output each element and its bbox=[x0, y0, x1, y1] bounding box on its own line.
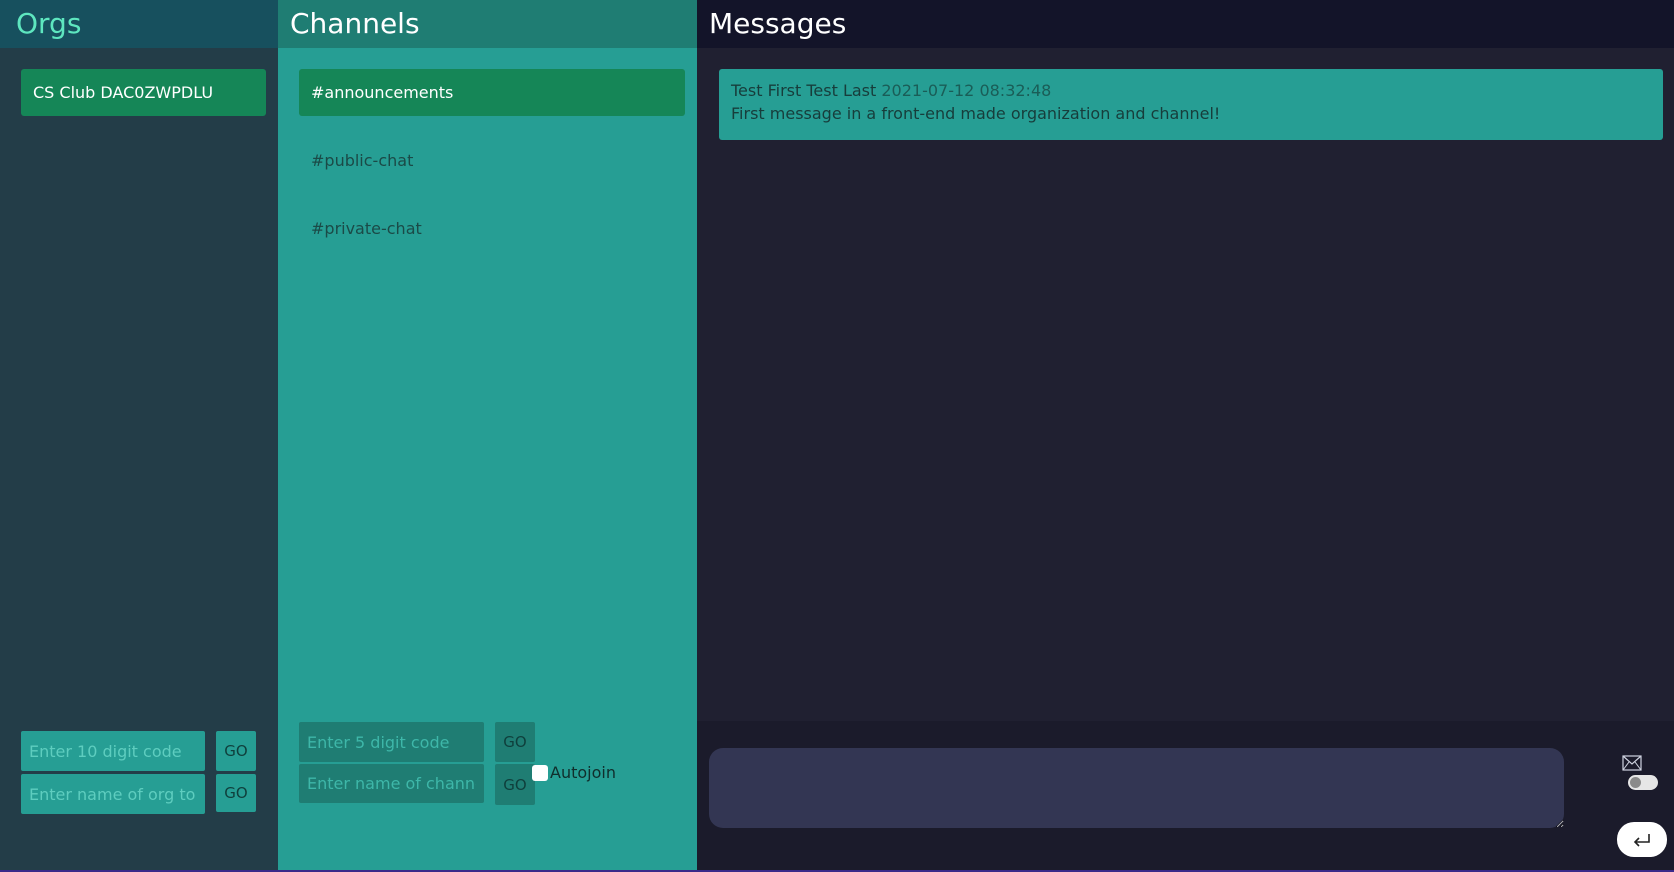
message-timestamp: 2021-07-12 08:32:48 bbox=[881, 81, 1052, 100]
org-name-input[interactable] bbox=[21, 774, 205, 814]
message-body: First message in a front-end made organi… bbox=[731, 104, 1221, 123]
message-author: Test First Test Last bbox=[731, 81, 877, 100]
channels-title: Channels bbox=[290, 7, 420, 40]
channel-item-announcements[interactable]: #announcements bbox=[299, 69, 685, 116]
org-code-go-button[interactable]: GO bbox=[216, 731, 256, 771]
message-item: Test First Test Last 2021-07-12 08:32:48… bbox=[719, 69, 1663, 140]
channel-item-public-chat[interactable]: #public-chat bbox=[299, 137, 685, 184]
enter-arrow-icon bbox=[1633, 833, 1650, 847]
orgs-title: Orgs bbox=[16, 7, 82, 40]
channel-item-label: #public-chat bbox=[311, 151, 414, 170]
channel-item-private-chat[interactable]: #private-chat bbox=[299, 205, 685, 252]
channels-panel: Channels #announcements #public-chat #pr… bbox=[278, 0, 697, 872]
chat-app: Orgs CS Club DAC0ZWPDLU GO GO Channels #… bbox=[0, 0, 1674, 872]
send-button[interactable] bbox=[1617, 822, 1667, 857]
autojoin-checkbox[interactable] bbox=[532, 764, 548, 781]
channel-name-go-button[interactable]: GO bbox=[495, 764, 535, 805]
orgs-panel: Orgs CS Club DAC0ZWPDLU GO GO bbox=[0, 0, 278, 872]
org-code-input[interactable] bbox=[21, 731, 205, 771]
channel-code-go-button[interactable]: GO bbox=[495, 722, 535, 762]
message-input[interactable] bbox=[709, 748, 1564, 828]
toggle-knob bbox=[1630, 777, 1641, 788]
envelope-icon[interactable] bbox=[1622, 755, 1642, 771]
autojoin-option: Autojoin bbox=[532, 763, 616, 782]
channel-name-input[interactable] bbox=[299, 764, 484, 803]
channel-item-label: #private-chat bbox=[311, 219, 422, 238]
org-item-cs-club[interactable]: CS Club DAC0ZWPDLU bbox=[21, 69, 266, 116]
messages-header: Messages bbox=[697, 0, 1674, 48]
orgs-header: Orgs bbox=[0, 0, 278, 48]
messages-title: Messages bbox=[709, 7, 847, 40]
toggle-switch[interactable] bbox=[1628, 775, 1658, 790]
channel-item-label: #announcements bbox=[311, 83, 454, 102]
channel-code-input[interactable] bbox=[299, 722, 484, 762]
org-item-label: CS Club DAC0ZWPDLU bbox=[33, 83, 214, 102]
org-name-go-button[interactable]: GO bbox=[216, 774, 256, 812]
message-composer bbox=[697, 721, 1674, 872]
messages-panel: Messages Test First Test Last 2021-07-12… bbox=[697, 0, 1674, 872]
message-meta: Test First Test Last 2021-07-12 08:32:48 bbox=[731, 81, 1651, 101]
channels-header: Channels bbox=[278, 0, 697, 48]
autojoin-label: Autojoin bbox=[550, 763, 616, 782]
